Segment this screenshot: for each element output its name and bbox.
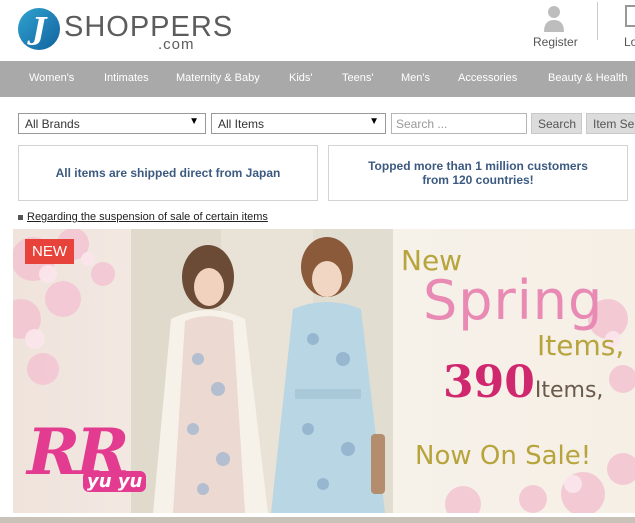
- search-button[interactable]: Search: [531, 113, 582, 134]
- items-count-line: 390Items,: [443, 357, 603, 408]
- brand-logo: RR yu yu: [27, 421, 147, 492]
- sale-text: Now On Sale!: [415, 441, 592, 471]
- shipping-info-text: All items are shipped direct from Japan: [55, 166, 281, 180]
- header-divider: [597, 2, 598, 40]
- shipping-info-box: All items are shipped direct from Japan: [18, 145, 318, 201]
- site-header: J SHOPPERS .com Register Lo: [0, 0, 635, 60]
- nav-item-mens[interactable]: Men's: [401, 72, 430, 84]
- brand-select[interactable]: All Brands ▼: [18, 113, 206, 134]
- nav-item-intimates[interactable]: Intimates: [104, 72, 149, 84]
- items-count-suffix: Items,: [534, 378, 604, 403]
- suspension-notice-link[interactable]: Regarding the suspension of sale of cert…: [27, 211, 268, 223]
- item-search-button[interactable]: Item Sea: [586, 113, 635, 134]
- new-badge: NEW: [25, 239, 74, 264]
- suspension-notice: Regarding the suspension of sale of cert…: [18, 211, 268, 223]
- search-input[interactable]: Search ...: [391, 113, 527, 134]
- nav-item-maternity-baby[interactable]: Maternity & Baby: [176, 72, 260, 84]
- headline-spring: Spring: [423, 269, 604, 332]
- next-section-strip: [0, 517, 635, 523]
- promo-banner[interactable]: NEW RR yu yu New Spring Items, 390Items,…: [13, 229, 635, 513]
- nav-item-teens[interactable]: Teens': [342, 72, 373, 84]
- dropdown-arrow-icon: ▼: [189, 116, 199, 127]
- login-link[interactable]: Lo: [624, 35, 635, 49]
- user-icon[interactable]: [543, 5, 565, 33]
- dropdown-arrow-icon: ▼: [369, 116, 379, 127]
- login-icon[interactable]: [625, 5, 635, 27]
- bullet-square-icon: [18, 214, 23, 220]
- new-badge-text: NEW: [32, 243, 67, 260]
- items-count: 390: [443, 357, 535, 408]
- customers-info-line1: Topped more than 1 million customers: [368, 159, 588, 173]
- logo-wordmark: SHOPPERS: [64, 11, 234, 43]
- category-nav: Women's Intimates Maternity & Baby Kids'…: [0, 61, 635, 97]
- logo-letter: J: [31, 12, 47, 47]
- logo-mark: J: [18, 8, 60, 50]
- items-select-value: All Items: [218, 117, 265, 131]
- brand-logo-sub: yu yu: [83, 471, 147, 492]
- register-link[interactable]: Register: [533, 35, 578, 49]
- brand-select-value: All Brands: [25, 117, 80, 131]
- customers-info-line2: from 120 countries!: [422, 173, 534, 187]
- nav-item-kids[interactable]: Kids': [289, 72, 313, 84]
- nav-item-beauty-health[interactable]: Beauty & Health: [548, 72, 628, 84]
- nav-item-accessories[interactable]: Accessories: [458, 72, 517, 84]
- customers-info-box: Topped more than 1 million customers fro…: [328, 145, 628, 201]
- logo-suffix: .com: [158, 36, 195, 53]
- nav-item-womens[interactable]: Women's: [29, 72, 74, 84]
- items-select[interactable]: All Items ▼: [211, 113, 386, 134]
